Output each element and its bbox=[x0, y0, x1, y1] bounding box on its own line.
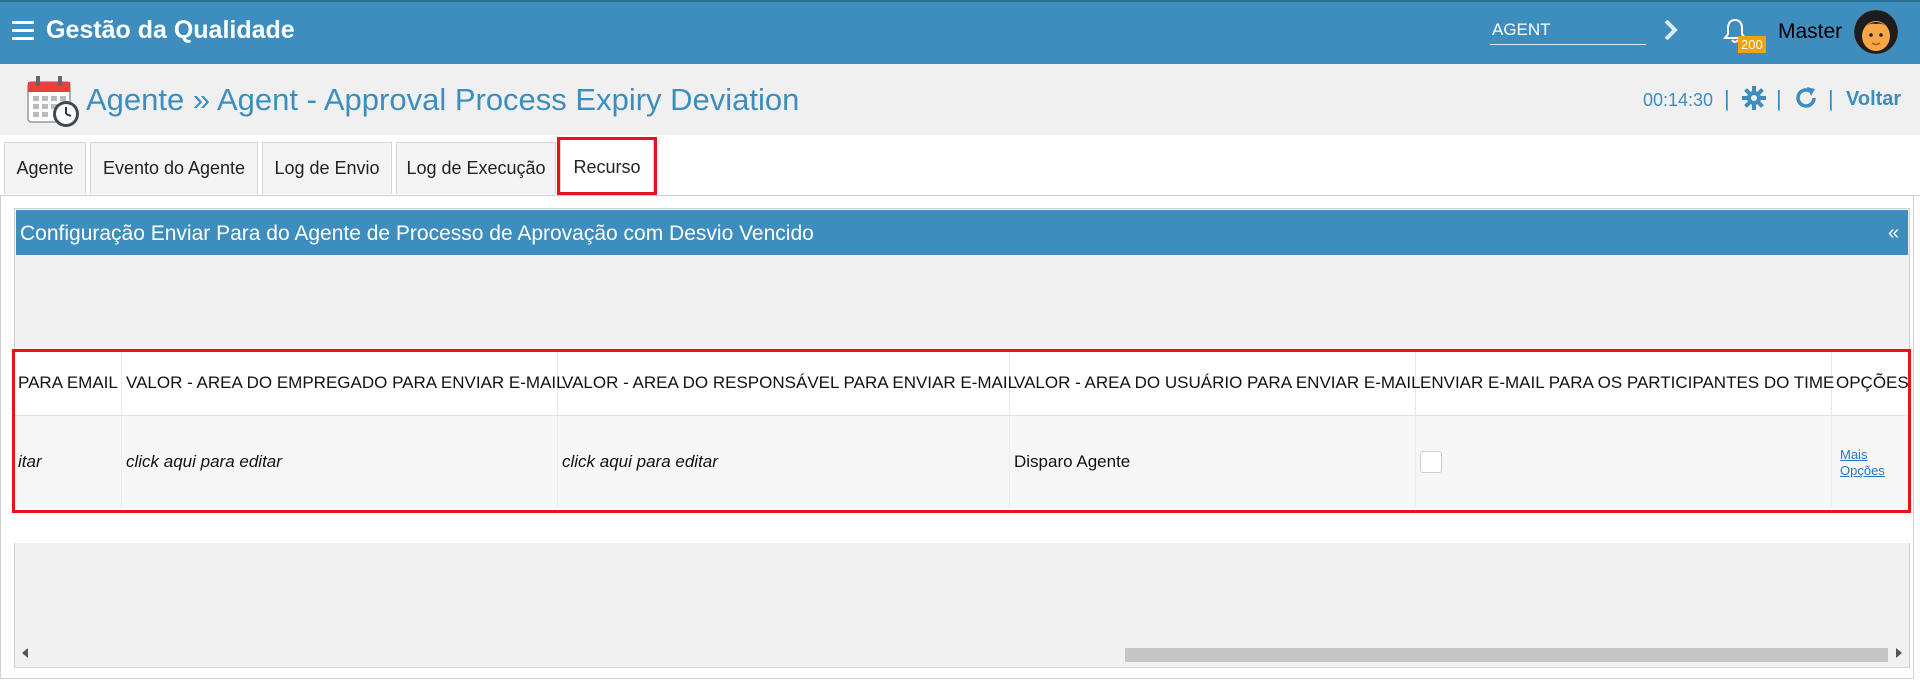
table-highlight-box bbox=[12, 349, 1911, 513]
tab-evento-do-agente[interactable]: Evento do Agente bbox=[90, 142, 258, 194]
tab-highlight-box bbox=[557, 137, 657, 195]
tab-log-de-envio[interactable]: Log de Envio bbox=[262, 142, 392, 194]
tab-agente[interactable]: Agente bbox=[4, 142, 86, 194]
avatar[interactable] bbox=[1854, 10, 1898, 54]
hamburger-menu-icon[interactable] bbox=[12, 21, 34, 41]
separator: | bbox=[1776, 86, 1782, 111]
scroll-left-arrow-icon[interactable] bbox=[22, 648, 28, 658]
tab-log-de-execucao[interactable]: Log de Execução bbox=[396, 142, 556, 194]
scrollbar-thumb[interactable] bbox=[1125, 648, 1888, 662]
panel-title: Configuração Enviar Para do Agente de Pr… bbox=[20, 222, 814, 245]
notification-badge: 200 bbox=[1738, 36, 1766, 53]
scroll-right-arrow-icon[interactable] bbox=[1896, 648, 1902, 658]
page-title: Agente » Agent - Approval Process Expiry… bbox=[86, 82, 800, 117]
collapse-icon[interactable]: « bbox=[1888, 222, 1899, 245]
separator: | bbox=[1828, 86, 1834, 111]
calendar-clock-icon bbox=[27, 76, 79, 127]
app-title: Gestão da Qualidade bbox=[46, 16, 295, 44]
separator: | bbox=[1724, 86, 1730, 111]
gear-icon[interactable] bbox=[1742, 86, 1766, 110]
search-input[interactable] bbox=[1490, 15, 1646, 45]
back-button[interactable]: Voltar bbox=[1846, 88, 1901, 111]
chevron-right-icon[interactable] bbox=[1660, 17, 1682, 43]
session-timer: 00:14:30 bbox=[1643, 90, 1714, 110]
user-name[interactable]: Master bbox=[1778, 20, 1842, 44]
refresh-icon[interactable] bbox=[1794, 86, 1818, 110]
